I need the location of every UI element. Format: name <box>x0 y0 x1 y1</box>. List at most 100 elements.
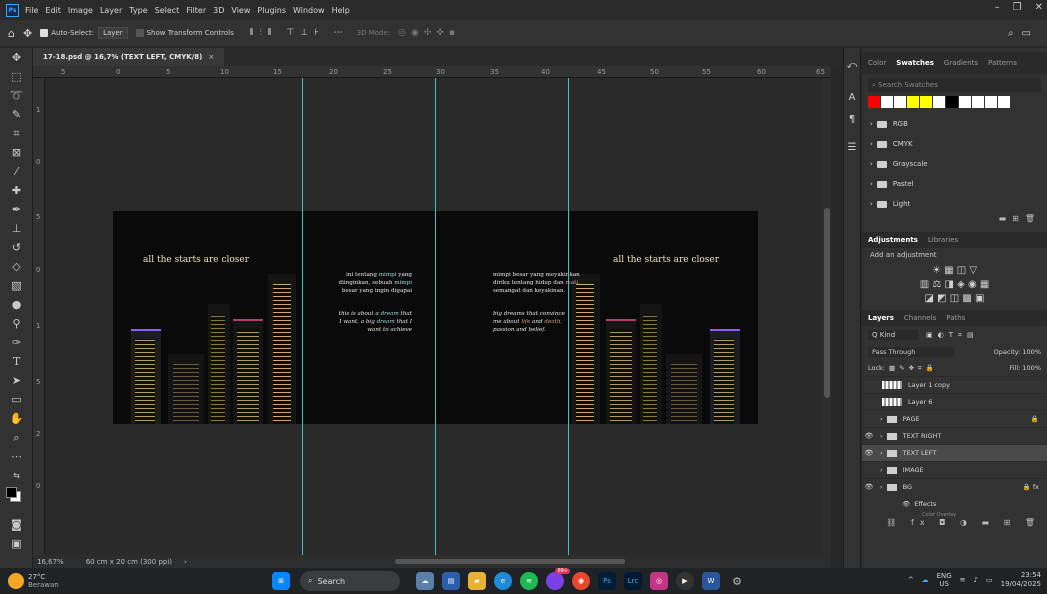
home-icon[interactable]: ⌂ <box>8 27 15 40</box>
swatch-folder-pastel[interactable]: › Pastel <box>862 174 1047 194</box>
swatch[interactable] <box>985 96 997 108</box>
adjustment-icons-row-2[interactable]: ▥ ⚖ ◨ ◈ ◉ ▦ <box>862 279 1047 290</box>
lasso-tool-icon[interactable]: ➰ <box>0 86 33 105</box>
spotify-icon[interactable]: ≋ <box>520 572 538 590</box>
opacity-field[interactable]: Opacity: 100% <box>994 348 1041 356</box>
layer-row-selected[interactable]: 👁 › TEXT LEFT <box>862 444 1047 461</box>
tab-adjustments[interactable]: Adjustments <box>868 236 918 244</box>
clock[interactable]: 23:54 19/04/2025 <box>1001 571 1041 589</box>
gradient-tool-icon[interactable]: ▧ <box>0 276 33 295</box>
eyedropper-tool-icon[interactable]: ⁄ <box>0 162 33 181</box>
zoom-level[interactable]: 16,67% <box>37 558 64 566</box>
menu-layer[interactable]: Layer <box>100 6 122 15</box>
menu-window[interactable]: Window <box>293 6 325 15</box>
swatch[interactable] <box>894 96 906 108</box>
tab-patterns[interactable]: Patterns <box>988 59 1017 67</box>
task-view-icon[interactable]: ▤ <box>442 572 460 590</box>
history-brush-tool-icon[interactable]: ↺ <box>0 238 33 257</box>
path-select-tool-icon[interactable]: ➤ <box>0 371 33 390</box>
swatch[interactable] <box>907 96 919 108</box>
effects-row[interactable]: 👁 Effects <box>862 495 1047 512</box>
move-tool-icon[interactable]: ✥ <box>0 48 33 67</box>
canvas-area[interactable]: all the starts are closer all the starts… <box>45 78 823 555</box>
pen-tool-icon[interactable]: ✑ <box>0 333 33 352</box>
photoshop-logo-icon[interactable]: Ps <box>6 3 19 17</box>
fill-field[interactable]: Fill: 100% <box>1009 364 1041 372</box>
swatch[interactable] <box>868 96 880 108</box>
eye-icon[interactable]: 👁 <box>902 500 910 508</box>
swatch[interactable] <box>881 96 893 108</box>
swatch-search-input[interactable]: ⌕ Search Swatches <box>868 78 1041 92</box>
lock-icon[interactable]: 🔒 <box>1031 415 1039 423</box>
guide-line[interactable] <box>302 78 303 555</box>
swatch[interactable] <box>946 96 958 108</box>
rectangle-tool-icon[interactable]: ▭ <box>0 390 33 409</box>
word-icon[interactable]: W <box>702 572 720 590</box>
move-tool-icon[interactable]: ✥ <box>23 27 32 40</box>
lightroom-icon[interactable]: Lrc <box>624 572 642 590</box>
quick-select-tool-icon[interactable]: ✎ <box>0 105 33 124</box>
swatch[interactable] <box>933 96 945 108</box>
language-indicator[interactable]: ENG US <box>937 572 952 588</box>
layer-row[interactable]: Layer 6 <box>862 393 1047 410</box>
hand-tool-icon[interactable]: ✋ <box>0 409 33 428</box>
taskbar-search[interactable]: ⌕ Search <box>300 571 400 591</box>
weather-widget[interactable]: 27°C Berawan <box>8 573 88 589</box>
swatch[interactable] <box>998 96 1010 108</box>
lock-fx-icon[interactable]: 🔒 fx <box>1023 483 1039 491</box>
document-size[interactable]: 60 cm x 20 cm (300 ppi) <box>86 558 172 566</box>
more-tools-icon[interactable]: ⋯ <box>0 447 33 466</box>
battery-icon[interactable]: ▭ <box>986 576 993 584</box>
history-icon[interactable]: ⤺ <box>844 54 860 76</box>
frame-tool-icon[interactable]: ⊠ <box>0 143 33 162</box>
crop-tool-icon[interactable]: ⌗ <box>0 124 33 143</box>
swatch-folder-light[interactable]: › Light <box>862 194 1047 214</box>
menu-help[interactable]: Help <box>332 6 350 15</box>
filter-icons[interactable]: ▣◐T⌗▤ <box>926 331 979 340</box>
minimize-icon[interactable]: – <box>995 2 1000 13</box>
guide-line[interactable] <box>568 78 569 555</box>
foreground-color-icon[interactable] <box>6 487 17 498</box>
volume-icon[interactable]: ♪ <box>974 576 978 584</box>
tab-layers[interactable]: Layers <box>868 314 894 322</box>
instagram-icon[interactable]: ◎ <box>650 572 668 590</box>
layer-actions[interactable]: ⛓ fx ◘ ◑ ▬ ⊞ 🗑 <box>862 518 1047 532</box>
tab-libraries[interactable]: Libraries <box>928 236 958 244</box>
adjustment-icons-row-3[interactable]: ◪ ◩ ◫ ▩ ▣ <box>862 293 1047 304</box>
visibility-toggle[interactable]: 👁 <box>862 432 876 440</box>
color-swatches[interactable] <box>0 485 33 515</box>
layer-row[interactable]: 👁 › BG 🔒 fx <box>862 478 1047 495</box>
menu-plugins[interactable]: Plugins <box>257 6 286 15</box>
tab-channels[interactable]: Channels <box>904 314 936 322</box>
status-arrow-icon[interactable]: › <box>184 558 187 566</box>
scroll-thumb[interactable] <box>824 208 830 398</box>
media-player-icon[interactable]: ▶ <box>676 572 694 590</box>
marquee-tool-icon[interactable]: ⬚ <box>0 67 33 86</box>
menu-view[interactable]: View <box>231 6 250 15</box>
lock-icons[interactable]: ▩✎✥⌗🔒 <box>889 364 938 372</box>
tab-color[interactable]: Color <box>868 59 886 67</box>
layer-row[interactable]: 👁 › TEXT RIGHT <box>862 427 1047 444</box>
stamp-tool-icon[interactable]: ⊥ <box>0 219 33 238</box>
close-tab-icon[interactable]: × <box>208 53 214 61</box>
visibility-toggle[interactable]: 👁 <box>862 483 876 491</box>
properties-icon[interactable]: ☰ <box>844 136 860 158</box>
swatch[interactable] <box>959 96 971 108</box>
tab-document[interactable]: 17-18.psd @ 16,7% (TEXT LEFT, CMYK/8) × <box>33 48 225 66</box>
healing-tool-icon[interactable]: ✚ <box>0 181 33 200</box>
swatch[interactable] <box>972 96 984 108</box>
eraser-tool-icon[interactable]: ◇ <box>0 257 33 276</box>
layer-kind-filter[interactable]: Q Kind <box>868 330 918 340</box>
zoom-tool-icon[interactable]: ⌕ <box>0 428 33 447</box>
tab-paths[interactable]: Paths <box>946 314 965 322</box>
menu-edit[interactable]: Edit <box>45 6 61 15</box>
paragraph-icon[interactable]: ¶ <box>844 108 860 130</box>
wifi-icon[interactable]: ≋ <box>960 576 966 584</box>
guide-line[interactable] <box>435 78 436 555</box>
auto-select-checkbox[interactable] <box>40 29 49 37</box>
visibility-toggle[interactable]: 👁 <box>862 449 876 457</box>
menu-type[interactable]: Type <box>129 6 147 15</box>
character-icon[interactable]: A <box>844 86 860 108</box>
tab-gradients[interactable]: Gradients <box>944 59 978 67</box>
show-transform-checkbox[interactable] <box>135 29 144 37</box>
